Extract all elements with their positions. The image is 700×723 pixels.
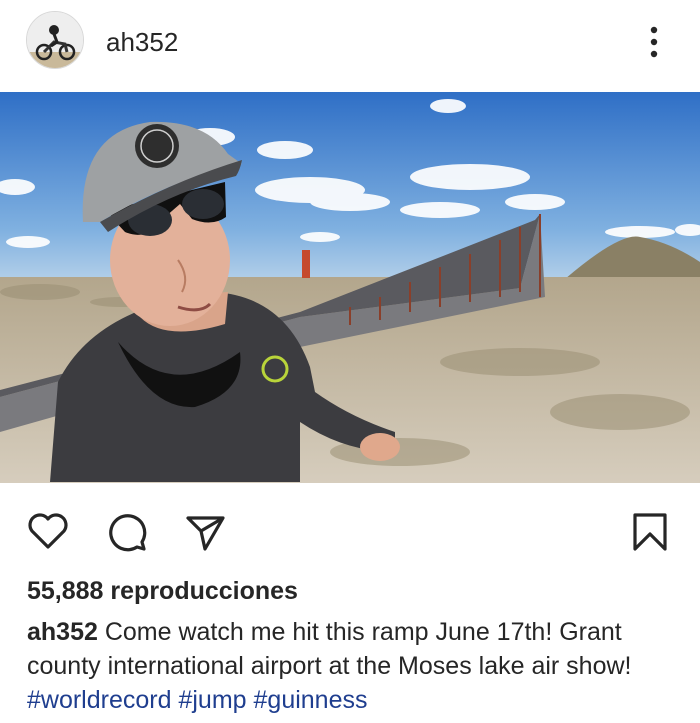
post-username[interactable]: ah352 — [106, 27, 178, 58]
avatar[interactable] — [26, 11, 84, 69]
post-header: ah352 — [0, 0, 700, 92]
motorbike-rider-avatar-image — [27, 12, 83, 68]
paper-plane-icon[interactable] — [183, 509, 227, 553]
post-caption: ah352 Come watch me hit this ramp June 1… — [27, 615, 677, 717]
comment-bubble-icon[interactable] — [104, 509, 148, 553]
caption-text: Come watch me hit this ramp June 17th! G… — [27, 618, 632, 680]
post-actions — [0, 483, 700, 573]
bookmark-icon[interactable] — [628, 509, 672, 553]
hashtag-worldrecord[interactable]: #worldrecord — [27, 686, 172, 714]
hashtag-jump[interactable]: #jump — [178, 686, 246, 714]
hashtag-guinness[interactable]: #guinness — [254, 686, 368, 714]
more-options-icon[interactable] — [640, 22, 668, 62]
post-video[interactable] — [0, 92, 700, 483]
views-count: 55,888 reproducciones — [27, 577, 298, 605]
heart-icon[interactable] — [26, 509, 70, 553]
caption-username[interactable]: ah352 — [27, 618, 98, 646]
ramp-video-frame — [0, 92, 700, 483]
